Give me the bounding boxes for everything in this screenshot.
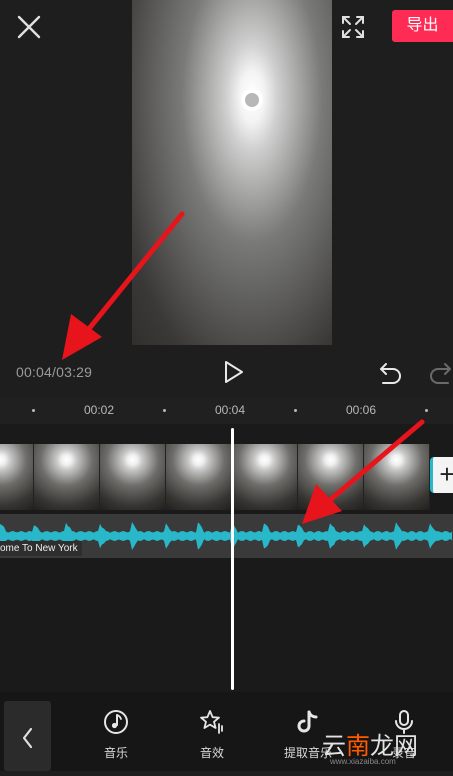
video-frame-thumbnail bbox=[298, 444, 364, 510]
fullscreen-icon[interactable] bbox=[340, 14, 366, 40]
video-frame-thumbnail bbox=[232, 444, 298, 510]
play-icon[interactable] bbox=[220, 359, 246, 385]
toolbar-item-label: 音乐 bbox=[103, 746, 128, 760]
toolbar-item-sound-effect[interactable]: 音效 bbox=[177, 708, 247, 761]
timeline-ruler[interactable]: 00:02 00:04 00:06 bbox=[0, 398, 453, 424]
watermark-text: 龙网 bbox=[370, 732, 418, 760]
add-clip-button[interactable]: + bbox=[430, 457, 453, 493]
video-frame-thumbnail bbox=[0, 444, 34, 510]
video-frame-thumbnail bbox=[34, 444, 100, 510]
watermark-logo: 云南龙网 bbox=[322, 726, 418, 761]
ruler-tick-label: 00:06 bbox=[346, 403, 377, 417]
video-frame-thumbnail bbox=[100, 444, 166, 510]
light-bulb-image bbox=[245, 93, 259, 107]
playhead[interactable] bbox=[231, 428, 234, 690]
audio-clip-label: ome To New York bbox=[0, 541, 82, 556]
sound-effect-icon bbox=[200, 710, 223, 734]
watermark-url: www.xiazaiba.com bbox=[330, 757, 396, 766]
ruler-dot bbox=[163, 409, 166, 412]
timecode-display: 00:04/03:29 bbox=[16, 364, 93, 380]
tiktok-icon bbox=[297, 710, 318, 733]
ruler-dot bbox=[294, 409, 297, 412]
ruler-dot bbox=[32, 409, 35, 412]
chevron-left-icon bbox=[22, 727, 33, 749]
ruler-tick-label: 00:04 bbox=[215, 403, 246, 417]
video-frame-thumbnail bbox=[166, 444, 232, 510]
back-button[interactable] bbox=[4, 701, 51, 771]
ruler-dot bbox=[425, 409, 428, 412]
video-track[interactable] bbox=[0, 444, 430, 510]
video-frame-thumbnail bbox=[364, 444, 430, 510]
toolbar-item-label: 音效 bbox=[199, 746, 224, 760]
ruler-tick-label: 00:02 bbox=[84, 403, 115, 417]
close-icon[interactable] bbox=[14, 12, 44, 42]
export-button[interactable]: 导出 bbox=[392, 10, 453, 42]
watermark-text-accent: 南 bbox=[346, 732, 370, 760]
music-icon bbox=[104, 710, 128, 734]
watermark-text: 云 bbox=[322, 732, 346, 760]
undo-icon[interactable] bbox=[377, 360, 403, 384]
toolbar-item-music[interactable]: 音乐 bbox=[81, 708, 151, 761]
redo-icon[interactable] bbox=[428, 360, 453, 384]
video-preview bbox=[132, 0, 332, 345]
